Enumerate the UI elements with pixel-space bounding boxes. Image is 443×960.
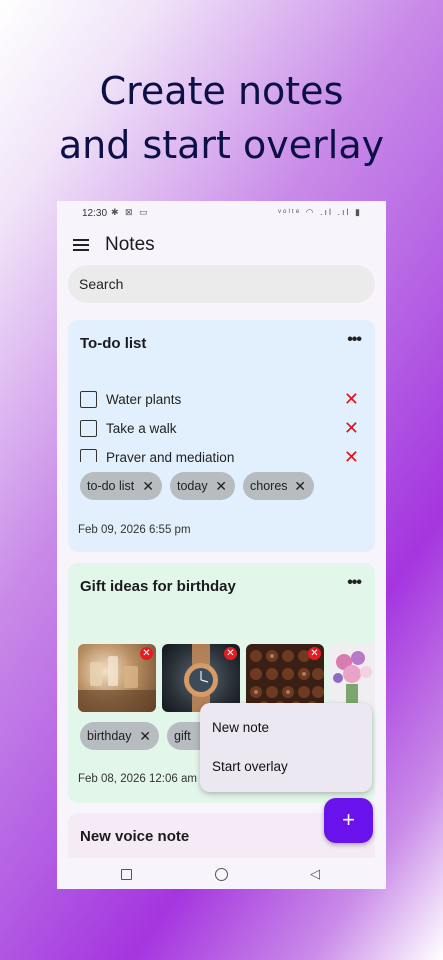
note-date: Feb 09, 2026 6:55 pm	[78, 524, 191, 536]
remove-image-icon[interactable]: ✕	[308, 647, 321, 660]
more-options-icon[interactable]: •••	[347, 331, 362, 349]
note-title: Gift ideas for birthday	[80, 578, 236, 595]
remove-tag-icon[interactable]: ✕	[294, 472, 306, 500]
phone-screen: 12:30 ✱ ⊠ ▭ ᵛᵒˡᵗᵉ ◠ .ıl .ıl ▮ Notes Sear…	[57, 201, 386, 889]
tag-chip[interactable]: to-do list ✕	[80, 472, 162, 500]
chocolates-image[interactable]: ✕	[246, 644, 324, 712]
promo-line-1: Create notes	[99, 69, 344, 113]
recent-apps-icon[interactable]	[121, 869, 132, 880]
perfume-bottles-image[interactable]: ✕	[78, 644, 156, 712]
status-left-icons: ✱ ⊠ ▭	[111, 207, 150, 217]
more-options-icon[interactable]: •••	[347, 574, 362, 592]
remove-image-icon[interactable]: ✕	[224, 647, 237, 660]
todo-item-text: Prayer and mediation	[106, 450, 235, 462]
tag-label: to-do list	[87, 479, 135, 493]
todo-item: Prayer and mediation ✕	[80, 447, 364, 462]
fab-menu: New note Start overlay	[200, 703, 372, 792]
todo-item: Take a walk ✕	[80, 418, 364, 440]
checkbox[interactable]	[80, 449, 97, 462]
remove-tag-icon[interactable]: ✕	[139, 722, 151, 750]
checkbox[interactable]	[80, 391, 97, 408]
promo-line-2: and start overlay	[58, 123, 385, 167]
add-fab-button[interactable]: +	[324, 798, 373, 843]
tag-label: today	[177, 479, 208, 493]
hamburger-menu-icon[interactable]	[73, 239, 89, 253]
tag-label: gift	[174, 729, 191, 743]
system-nav-bar: ◁	[57, 858, 386, 889]
flower-bouquet-image[interactable]	[330, 644, 375, 712]
status-time: 12:30	[82, 208, 108, 219]
todo-item: Water plants ✕	[80, 389, 364, 411]
new-note-menu-item[interactable]: New note	[212, 720, 269, 735]
promo-headline: Create notes and start overlay	[0, 64, 443, 172]
status-right-icons: ᵛᵒˡᵗᵉ ◠ .ıl .ıl ▮	[278, 207, 362, 217]
remove-tag-icon[interactable]: ✕	[215, 472, 227, 500]
todo-item-text: Take a walk	[106, 421, 177, 436]
wristwatch-image[interactable]: ✕	[162, 644, 240, 712]
delete-item-icon[interactable]: ✕	[344, 418, 359, 438]
page-title: Notes	[105, 234, 155, 255]
note-card-todo[interactable]: To-do list ••• Water plants ✕ Take a wal…	[68, 320, 375, 552]
todo-item-text: Water plants	[106, 392, 182, 407]
home-icon[interactable]	[215, 868, 228, 881]
delete-item-icon[interactable]: ✕	[344, 389, 359, 409]
back-icon[interactable]: ◁	[310, 866, 320, 882]
note-title: New voice note	[80, 828, 190, 845]
status-bar: 12:30 ✱ ⊠ ▭ ᵛᵒˡᵗᵉ ◠ .ıl .ıl ▮	[57, 201, 386, 225]
tag-label: chores	[250, 479, 288, 493]
delete-item-icon[interactable]: ✕	[344, 447, 359, 462]
note-title: To-do list	[80, 335, 147, 352]
search-input[interactable]: Search	[68, 265, 375, 303]
note-date: Feb 08, 2026 12:06 am	[78, 773, 197, 785]
tag-chip[interactable]: today ✕	[170, 472, 235, 500]
remove-tag-icon[interactable]: ✕	[142, 472, 154, 500]
tag-label: birthday	[87, 729, 132, 743]
checkbox[interactable]	[80, 420, 97, 437]
app-bar: Notes	[57, 229, 386, 265]
start-overlay-menu-item[interactable]: Start overlay	[212, 759, 288, 774]
remove-image-icon[interactable]: ✕	[140, 647, 153, 660]
tag-chip[interactable]: chores ✕	[243, 472, 314, 500]
tag-chip[interactable]: birthday ✕	[80, 722, 159, 750]
